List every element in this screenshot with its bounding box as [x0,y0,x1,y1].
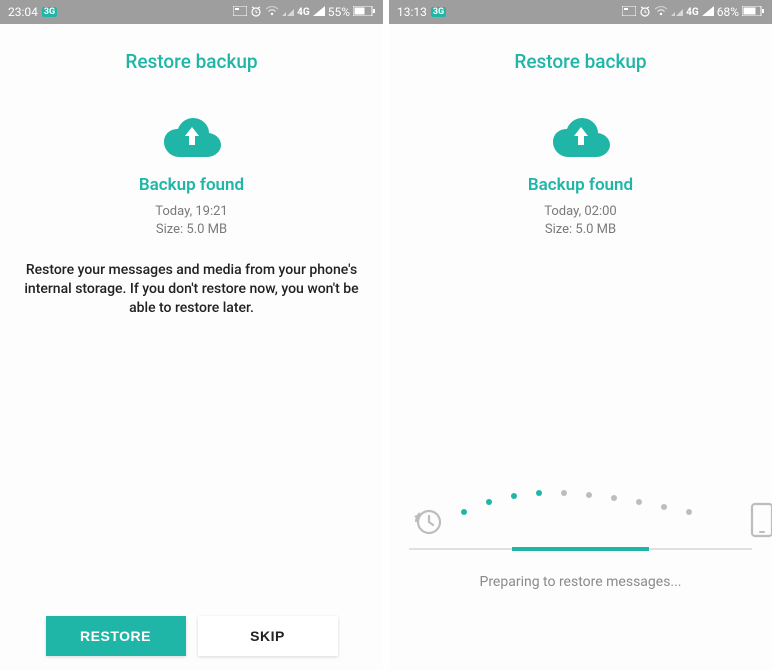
card-icon [622,5,636,19]
battery-pct: 55% [328,5,350,19]
network-label: 4G [297,7,310,18]
cloud-icon [0,113,383,157]
battery-icon [742,5,764,19]
restore-button[interactable]: RESTORE [46,616,186,656]
screen-left: 23:04 3G 4G 55% Restore [0,0,383,670]
status-message: Preparing to restore messages... [409,574,752,590]
restore-description: Restore your messages and media from you… [24,261,359,318]
backup-size: Size: 5.0 MB [0,221,383,239]
wifi-icon [265,5,279,19]
card-icon [233,5,247,19]
wifi-icon [654,5,668,19]
progress-bar [409,548,752,550]
backup-heading: Backup found [389,175,772,195]
signal-icon-2 [313,5,325,19]
signal-icon-2 [702,5,714,19]
button-row: RESTORE SKIP [0,616,383,656]
status-time: 13:13 [397,5,427,19]
alarm-icon [639,5,651,20]
progress-fill [512,547,649,551]
battery-icon [353,5,375,19]
backup-meta: Today, 02:00 Size: 5.0 MB [389,203,772,239]
backup-size: Size: 5.0 MB [389,221,772,239]
network-label: 4G [686,7,699,18]
status-time: 23:04 [8,5,38,19]
status-bar: 23:04 3G 4G 55% [0,0,383,24]
alarm-icon [250,5,262,20]
transfer-arc [409,484,749,544]
signal-icon [671,5,683,19]
cloud-icon [389,113,772,157]
status-bar: 13:13 3G 4G 68% [389,0,772,24]
backup-meta: Today, 19:21 Size: 5.0 MB [0,203,383,239]
backup-time: Today, 19:21 [0,203,383,221]
backup-heading: Backup found [0,175,383,195]
signal-icon [282,5,294,19]
status-badge: 3G [42,7,57,17]
restore-animation: Preparing to restore messages... [409,484,752,590]
page-title: Restore backup [389,50,772,73]
skip-button[interactable]: SKIP [198,616,338,656]
screen-right: 13:13 3G 4G 68% Restore [389,0,772,670]
status-badge: 3G [431,7,446,17]
backup-time: Today, 02:00 [389,203,772,221]
battery-pct: 68% [717,5,739,19]
page-title: Restore backup [0,50,383,73]
